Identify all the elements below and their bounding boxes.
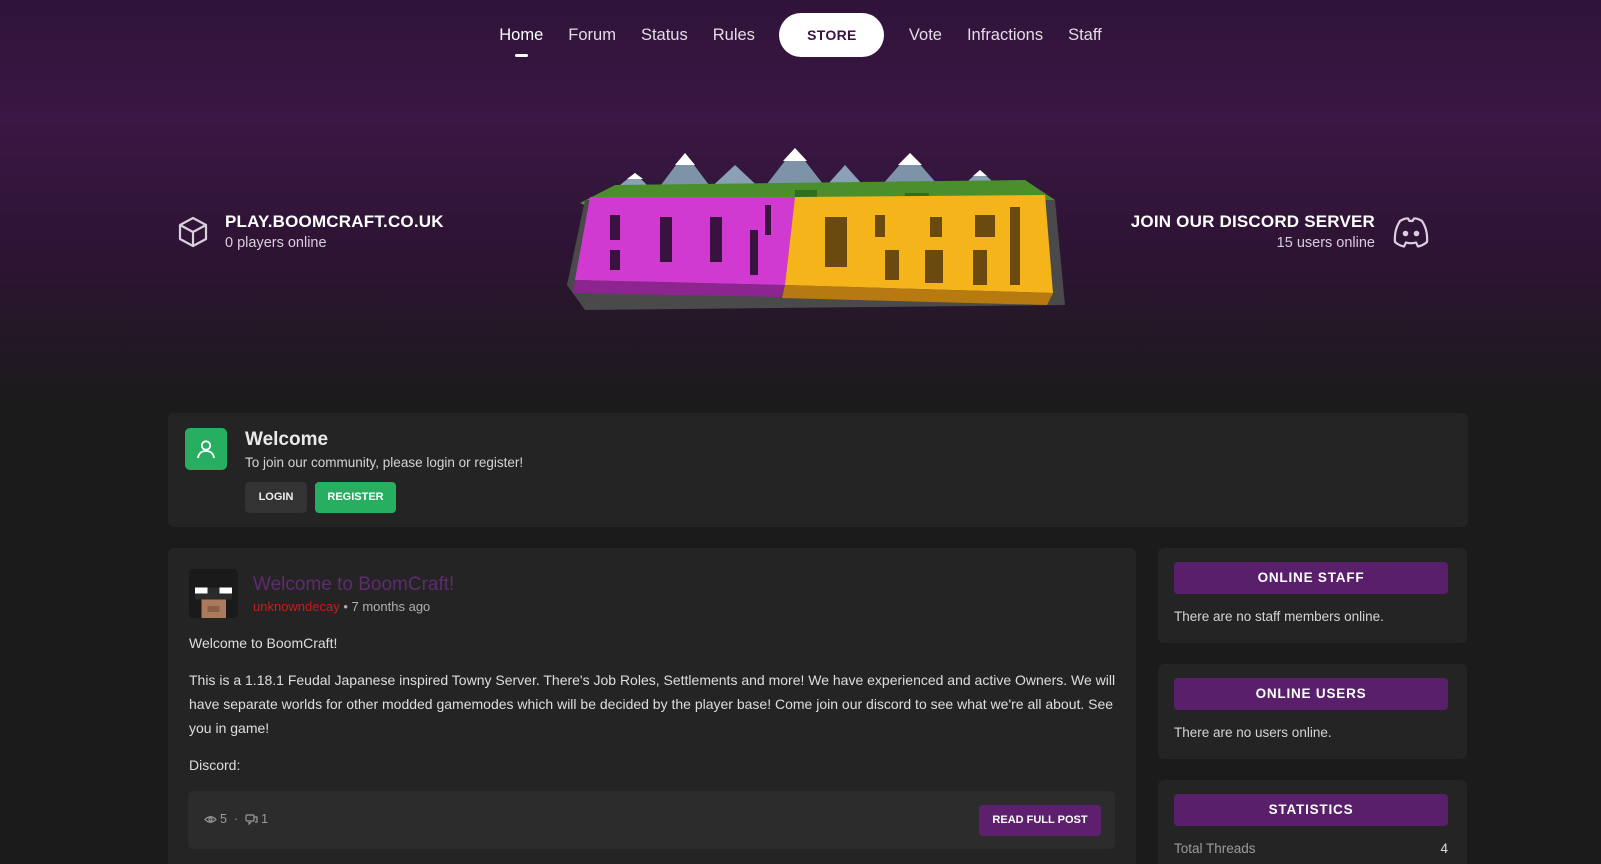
server-address: PLAY.BOOMCRAFT.CO.UK	[225, 212, 444, 231]
welcome-subtitle: To join our community, please login or r…	[245, 455, 524, 470]
meta-separator: •	[339, 599, 352, 614]
comment-count: 1	[261, 812, 269, 826]
online-staff-title: ONLINE STAFF	[1174, 562, 1448, 594]
nav-staff[interactable]: Staff	[1068, 12, 1102, 58]
cube-icon	[178, 216, 208, 247]
news-post-card: Welcome to BoomCraft! unknowndecay • 7 m…	[168, 548, 1136, 864]
eye-icon	[204, 815, 217, 823]
comments-icon	[245, 813, 258, 825]
online-users-title: ONLINE USERS	[1174, 678, 1448, 710]
statistics-widget: STATISTICS Total Threads 4	[1158, 780, 1467, 864]
stat-row-total-threads: Total Threads 4	[1174, 841, 1448, 856]
post-paragraph: Welcome to BoomCraft!	[189, 635, 338, 651]
post-body: Welcome to BoomCraft! This is a 1.18.1 F…	[189, 631, 1119, 790]
server-ip-block[interactable]: PLAY.BOOMCRAFT.CO.UK 0 players online	[175, 212, 444, 251]
server-players-count: 0 players online	[225, 235, 327, 251]
post-title[interactable]: Welcome to BoomCraft!	[253, 574, 454, 596]
welcome-title: Welcome	[245, 429, 329, 450]
user-icon	[197, 440, 215, 459]
user-icon-box	[185, 428, 227, 470]
post-time: 7 months ago	[351, 599, 431, 614]
online-staff-widget: ONLINE STAFF There are no staff members …	[1158, 548, 1467, 643]
post-author[interactable]: unknowndecay	[253, 599, 340, 614]
online-users-widget: ONLINE USERS There are no users online.	[1158, 664, 1467, 759]
online-staff-text: There are no staff members online.	[1174, 609, 1384, 624]
post-stats: 5 · 1	[204, 812, 268, 826]
nav-rules[interactable]: Rules	[713, 12, 755, 58]
stat-label: Total Threads	[1174, 841, 1256, 856]
nav-home[interactable]: Home	[499, 12, 543, 58]
post-meta: unknowndecay • 7 months ago	[253, 599, 430, 614]
stat-value: 4	[1440, 841, 1448, 856]
discord-icon	[1393, 216, 1429, 248]
discord-users-count: 15 users online	[1276, 235, 1375, 251]
nav-vote[interactable]: Vote	[909, 12, 942, 58]
store-button[interactable]: STORE	[779, 13, 885, 57]
stats-dot: ·	[233, 812, 239, 826]
discord-block[interactable]: JOIN OUR DISCORD SERVER 15 users online	[1131, 212, 1431, 251]
statistics-title: STATISTICS	[1174, 794, 1448, 826]
read-full-post-button[interactable]: READ FULL POST	[979, 805, 1101, 836]
discord-title: JOIN OUR DISCORD SERVER	[1130, 212, 1375, 231]
view-count: 5	[220, 812, 227, 826]
post-paragraph: This is a 1.18.1 Feudal Japanese inspire…	[189, 672, 1116, 736]
nav-forum[interactable]: Forum	[568, 12, 616, 58]
register-button[interactable]: REGISTER	[315, 482, 396, 513]
post-footer: 5 · 1 READ FULL POST	[188, 791, 1115, 849]
nav-infractions[interactable]: Infractions	[967, 12, 1043, 58]
author-avatar[interactable]	[189, 569, 238, 618]
boomcraft-logo	[567, 148, 1065, 310]
online-users-text: There are no users online.	[1174, 725, 1332, 740]
login-button[interactable]: LOGIN	[245, 482, 307, 513]
nav-status[interactable]: Status	[641, 12, 688, 58]
welcome-card: Welcome To join our community, please lo…	[168, 413, 1468, 527]
post-paragraph: Discord:	[189, 757, 241, 773]
main-nav: Home Forum Status Rules STORE Vote Infra…	[0, 12, 1601, 58]
